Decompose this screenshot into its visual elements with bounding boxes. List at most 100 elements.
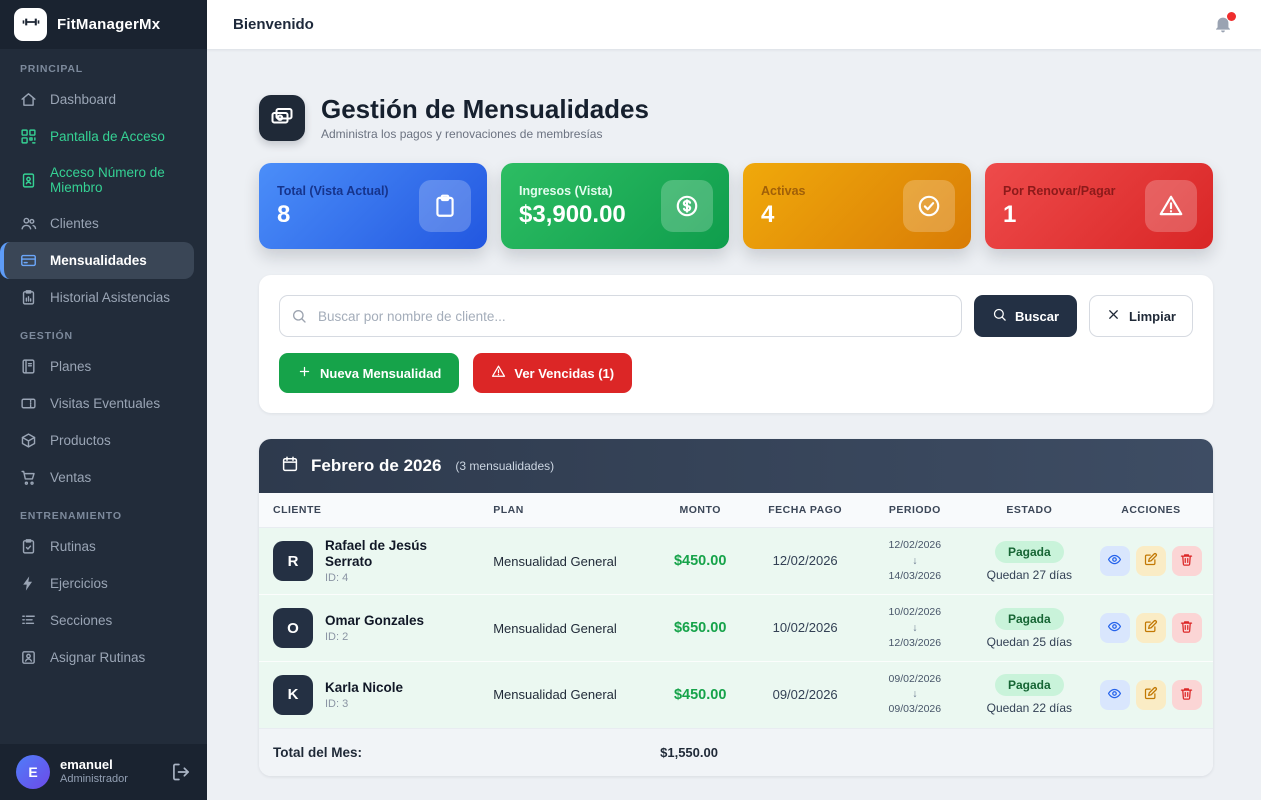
sidebar-item-secciones[interactable]: Secciones — [0, 602, 207, 639]
days-left: Quedan 22 días — [980, 701, 1079, 715]
stat-card-ingresos-vista: Ingresos (Vista) $3,900.00 — [501, 163, 729, 249]
view-button[interactable] — [1100, 680, 1130, 710]
stat-card-total-vista-actual: Total (Vista Actual) 8 — [259, 163, 487, 249]
cash-stack-icon — [270, 104, 294, 133]
sidebar-item-pantalla-de-acceso[interactable]: Pantalla de Acceso — [0, 118, 207, 155]
delete-button[interactable] — [1172, 613, 1202, 643]
table-row: K Karla Nicole ID: 3 Mensualidad General… — [259, 662, 1213, 729]
client-name: Rafael de Jesús Serrato — [325, 538, 473, 570]
app-logo — [14, 8, 47, 41]
search-button[interactable]: Buscar — [974, 295, 1077, 337]
topbar-title: Bienvenido — [233, 16, 314, 33]
table-row: R Rafael de Jesús Serrato ID: 4 Mensuali… — [259, 528, 1213, 595]
column-header-estado: ESTADO — [970, 493, 1089, 528]
sidebar-item-productos[interactable]: Productos — [0, 422, 207, 459]
client-avatar: O — [273, 608, 313, 648]
user-card-icon — [20, 649, 37, 666]
stat-value: 8 — [277, 202, 389, 228]
page-title: Gestión de Mensualidades — [321, 95, 649, 124]
plan-cell: Mensualidad General — [483, 662, 650, 729]
users-icon — [20, 215, 37, 232]
month-title: Febrero de 2026 — [311, 456, 441, 476]
client-id: ID: 2 — [325, 631, 424, 643]
client-avatar: R — [273, 541, 313, 581]
qr-icon — [20, 128, 37, 145]
page-content: Gestión de Mensualidades Administra los … — [207, 49, 1261, 800]
payments-table: CLIENTEPLANMONTOFECHA PAGOPERIODOESTADOA… — [259, 493, 1213, 776]
trash-icon — [1179, 619, 1194, 637]
stat-label: Ingresos (Vista) — [519, 184, 626, 198]
edit-icon — [1143, 552, 1158, 570]
cart-icon — [20, 469, 37, 486]
edit-button[interactable] — [1136, 680, 1166, 710]
check-circle-icon — [903, 180, 955, 232]
sidebar-item-ejercicios[interactable]: Ejercicios — [0, 565, 207, 602]
edit-button[interactable] — [1136, 613, 1166, 643]
bolt-icon — [20, 575, 37, 592]
notifications-button[interactable] — [1213, 14, 1235, 36]
sidebar-item-rutinas[interactable]: Rutinas — [0, 528, 207, 565]
main-area: Bienvenido Gestión de Mensualidades Admi… — [207, 0, 1261, 800]
stat-value: 1 — [1003, 202, 1116, 228]
dollar-circle-icon — [661, 180, 713, 232]
total-value: $1,550.00 — [650, 728, 750, 776]
stat-value: $3,900.00 — [519, 202, 626, 228]
days-left: Quedan 25 días — [980, 635, 1079, 649]
stat-label: Total (Vista Actual) — [277, 184, 389, 198]
clear-button[interactable]: Limpiar — [1089, 295, 1193, 337]
table-body: R Rafael de Jesús Serrato ID: 4 Mensuali… — [259, 528, 1213, 729]
sidebar-item-acceso-numero-de-miembro[interactable]: Acceso Número de Miembro — [0, 155, 207, 205]
sidebar-item-visitas-eventuales[interactable]: Visitas Eventuales — [0, 385, 207, 422]
plan-cell: Mensualidad General — [483, 595, 650, 662]
search-input[interactable] — [279, 295, 962, 337]
eye-icon — [1107, 686, 1122, 704]
table-header-row: CLIENTEPLANMONTOFECHA PAGOPERIODOESTADOA… — [259, 493, 1213, 528]
eye-icon — [1107, 619, 1122, 637]
sidebar-item-planes[interactable]: Planes — [0, 348, 207, 385]
sidebar-item-mensualidades[interactable]: Mensualidades — [0, 242, 194, 279]
delete-button[interactable] — [1172, 546, 1202, 576]
sidebar-item-clientes[interactable]: Clientes — [0, 205, 207, 242]
client-id: ID: 4 — [325, 572, 473, 584]
period: 12/02/2026↓14/03/2026 — [870, 538, 960, 584]
new-monthly-button[interactable]: Nueva Mensualidad — [279, 353, 459, 393]
clipboard-chart-icon — [20, 289, 37, 306]
month-card: Febrero de 2026 (3 mensualidades) CLIENT… — [259, 439, 1213, 776]
client-avatar: K — [273, 675, 313, 715]
avatar: E — [16, 755, 50, 789]
dumbbell-icon — [21, 12, 41, 37]
user-role: Administrador — [60, 773, 128, 787]
period: 10/02/2026↓12/03/2026 — [870, 605, 960, 651]
user-name: emanuel — [60, 757, 128, 773]
sidebar-item-asignar-rutinas[interactable]: Asignar Rutinas — [0, 639, 207, 676]
days-left: Quedan 27 días — [980, 568, 1079, 582]
period: 09/02/2026↓09/03/2026 — [870, 672, 960, 718]
stat-label: Activas — [761, 184, 805, 198]
stat-label: Por Renovar/Pagar — [1003, 184, 1116, 198]
column-header-fecha-pago: FECHA PAGO — [750, 493, 860, 528]
stat-card-activas: Activas 4 — [743, 163, 971, 249]
plus-icon — [297, 364, 312, 382]
month-count: (3 mensualidades) — [455, 459, 554, 473]
warning-triangle-icon — [1145, 180, 1197, 232]
logout-icon[interactable] — [171, 762, 191, 782]
page-header: Gestión de Mensualidades Administra los … — [259, 95, 1213, 141]
app-name: FitManagerMx — [57, 16, 160, 33]
sidebar-item-dashboard[interactable]: Dashboard — [0, 81, 207, 118]
nav-section-label: ENTRENAMIENTO — [0, 496, 207, 528]
amount: $450.00 — [674, 553, 726, 569]
amount: $650.00 — [674, 620, 726, 636]
view-overdue-button[interactable]: Ver Vencidas (1) — [473, 353, 632, 393]
view-button[interactable] — [1100, 546, 1130, 576]
view-button[interactable] — [1100, 613, 1130, 643]
trash-icon — [1179, 552, 1194, 570]
box-icon — [20, 432, 37, 449]
book-icon — [20, 358, 37, 375]
status-badge: Pagada — [995, 608, 1064, 630]
delete-button[interactable] — [1172, 680, 1202, 710]
sidebar-item-historial-asistencias[interactable]: Historial Asistencias — [0, 279, 207, 316]
column-header-cliente: CLIENTE — [259, 493, 483, 528]
status-badge: Pagada — [995, 674, 1064, 696]
sidebar-item-ventas[interactable]: Ventas — [0, 459, 207, 496]
edit-button[interactable] — [1136, 546, 1166, 576]
